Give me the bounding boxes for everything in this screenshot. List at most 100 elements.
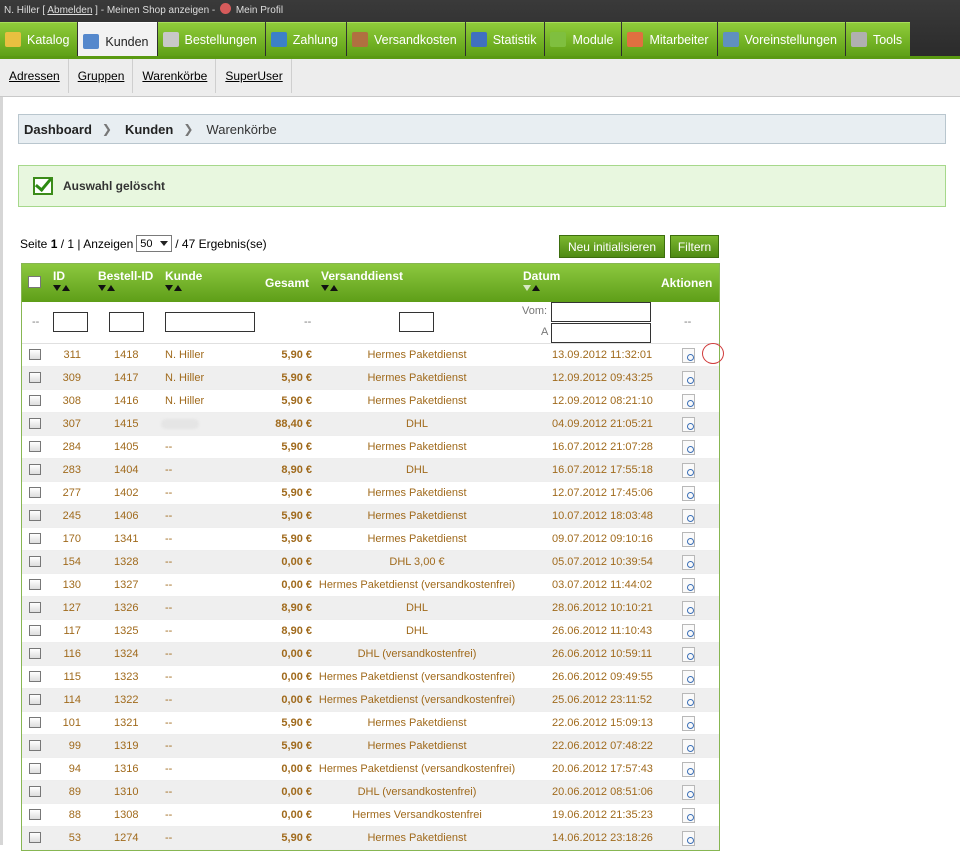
sort-desc-icon[interactable] xyxy=(53,285,61,291)
sort-asc-icon[interactable] xyxy=(330,285,338,291)
sort-desc-icon[interactable] xyxy=(98,285,106,291)
table-row: 89 1310 -- 0,00 € DHL (versandkostenfrei) 20.… xyxy=(22,781,719,804)
cell-bestell-id: 1328 xyxy=(114,556,139,568)
view-details-icon[interactable] xyxy=(682,670,695,685)
row-checkbox[interactable] xyxy=(29,533,41,544)
subnav-superuser[interactable]: SuperUser xyxy=(216,59,292,93)
sort-desc-icon[interactable] xyxy=(165,285,173,291)
breadcrumb-dashboard[interactable]: Dashboard xyxy=(24,122,92,137)
view-details-icon[interactable] xyxy=(682,624,695,639)
date-to-input[interactable] xyxy=(551,323,651,343)
tab-voreinstellungen[interactable]: Voreinstellungen xyxy=(717,22,845,56)
cell-bestell-id: 1274 xyxy=(114,832,139,844)
view-details-icon[interactable] xyxy=(682,440,695,455)
reset-button[interactable]: Neu initialisieren xyxy=(559,235,665,258)
view-details-icon[interactable] xyxy=(682,532,695,547)
sort-desc-icon[interactable] xyxy=(523,285,531,291)
logout-link[interactable]: Abmelden xyxy=(47,5,92,16)
filter-kunde-input[interactable] xyxy=(165,312,255,332)
sort-asc-icon[interactable] xyxy=(532,285,540,291)
subnav-gruppen[interactable]: Gruppen xyxy=(69,59,134,93)
view-details-icon[interactable] xyxy=(682,555,695,570)
row-checkbox[interactable] xyxy=(29,349,41,360)
row-checkbox[interactable] xyxy=(29,372,41,383)
filter-button[interactable]: Filtern xyxy=(670,235,719,258)
row-checkbox[interactable] xyxy=(29,602,41,613)
filter-id-input[interactable] xyxy=(53,312,88,332)
row-checkbox[interactable] xyxy=(29,418,41,429)
tab-zahlung[interactable]: Zahlung xyxy=(265,22,346,56)
versandkosten-icon xyxy=(351,32,368,47)
sort-asc-icon[interactable] xyxy=(174,285,182,291)
view-details-icon[interactable] xyxy=(682,647,695,662)
view-details-icon[interactable] xyxy=(682,831,695,846)
view-details-icon[interactable] xyxy=(682,394,695,409)
view-details-icon[interactable] xyxy=(682,417,695,432)
chevron-right-icon: ❯ xyxy=(101,122,112,136)
subnav-adressen[interactable]: Adressen xyxy=(0,59,69,93)
view-details-icon[interactable] xyxy=(682,716,695,731)
table-row: 311 1418 N. Hiller 5,90 € Hermes Paketdienst… xyxy=(22,344,719,367)
view-details-icon[interactable] xyxy=(682,785,695,800)
cell-versanddienst: DHL (versandkostenfrei) xyxy=(357,648,477,660)
profile-link[interactable]: Mein Profil xyxy=(236,5,283,16)
view-details-icon[interactable] xyxy=(682,762,695,777)
row-checkbox[interactable] xyxy=(29,487,41,498)
tab-mitarbeiter[interactable]: Mitarbeiter xyxy=(622,22,717,56)
sort-desc-icon[interactable] xyxy=(321,285,329,291)
row-checkbox[interactable] xyxy=(29,740,41,751)
view-details-icon[interactable] xyxy=(682,693,695,708)
per-page-select[interactable]: 50 xyxy=(136,235,173,252)
shop-link[interactable]: ] - Meinen Shop anzeigen - xyxy=(95,5,215,16)
filter-placeholder: -- xyxy=(684,316,692,328)
view-details-icon[interactable] xyxy=(682,463,695,478)
row-checkbox[interactable] xyxy=(29,786,41,797)
row-checkbox[interactable] xyxy=(29,464,41,475)
table-row: 115 1323 -- 0,00 € Hermes Paketdienst (versa… xyxy=(22,666,719,689)
row-checkbox[interactable] xyxy=(29,625,41,636)
subnav-warenkörbe[interactable]: Warenkörbe xyxy=(133,59,217,93)
tab-statistik[interactable]: Statistik xyxy=(465,22,545,56)
row-checkbox[interactable] xyxy=(29,717,41,728)
row-checkbox[interactable] xyxy=(29,510,41,521)
tab-kunden[interactable]: Kunden xyxy=(78,22,157,60)
row-checkbox[interactable] xyxy=(29,809,41,820)
tab-module[interactable]: Module xyxy=(545,22,622,56)
row-checkbox[interactable] xyxy=(29,763,41,774)
table-body: 311 1418 N. Hiller 5,90 € Hermes Paketdienst… xyxy=(22,344,719,850)
table-row: 127 1326 -- 8,90 € DHL 28.06.2012 10:10:21 xyxy=(22,597,719,620)
view-details-icon[interactable] xyxy=(682,371,695,386)
tab-versandkosten[interactable]: Versandkosten xyxy=(346,22,465,56)
tab-tools[interactable]: Tools xyxy=(845,22,911,56)
cell-gesamt: 5,90 € xyxy=(281,441,312,453)
cell-bestell-id: 1322 xyxy=(114,694,139,706)
view-details-icon[interactable] xyxy=(682,739,695,754)
sort-asc-icon[interactable] xyxy=(107,285,115,291)
sort-asc-icon[interactable] xyxy=(62,285,70,291)
cell-bestell-id: 1323 xyxy=(114,671,139,683)
tab-katalog[interactable]: Katalog xyxy=(0,22,78,56)
row-checkbox[interactable] xyxy=(29,395,41,406)
select-all-checkbox[interactable] xyxy=(28,276,41,288)
view-details-icon[interactable] xyxy=(682,509,695,524)
date-from-input[interactable] xyxy=(551,302,651,322)
filter-bestell-id-input[interactable] xyxy=(109,312,144,332)
breadcrumb-kunden[interactable]: Kunden xyxy=(125,122,173,137)
row-checkbox[interactable] xyxy=(29,832,41,843)
cell-kunde: -- xyxy=(165,786,173,798)
view-details-icon[interactable] xyxy=(682,578,695,593)
row-checkbox[interactable] xyxy=(29,694,41,705)
view-details-icon[interactable] xyxy=(682,486,695,501)
view-details-icon[interactable] xyxy=(682,808,695,823)
view-details-icon[interactable] xyxy=(682,601,695,616)
row-checkbox[interactable] xyxy=(29,441,41,452)
row-checkbox[interactable] xyxy=(29,556,41,567)
row-checkbox[interactable] xyxy=(29,579,41,590)
row-checkbox[interactable] xyxy=(29,648,41,659)
table-row: 309 1417 N. Hiller 5,90 € Hermes Paketdienst… xyxy=(22,367,719,390)
cell-versanddienst: Hermes Paketdienst (versandkostenfrei) xyxy=(318,671,516,683)
filter-versand-input[interactable] xyxy=(399,312,434,332)
tab-bestellungen[interactable]: Bestellungen xyxy=(157,22,265,56)
view-details-icon[interactable] xyxy=(682,348,695,363)
row-checkbox[interactable] xyxy=(29,671,41,682)
